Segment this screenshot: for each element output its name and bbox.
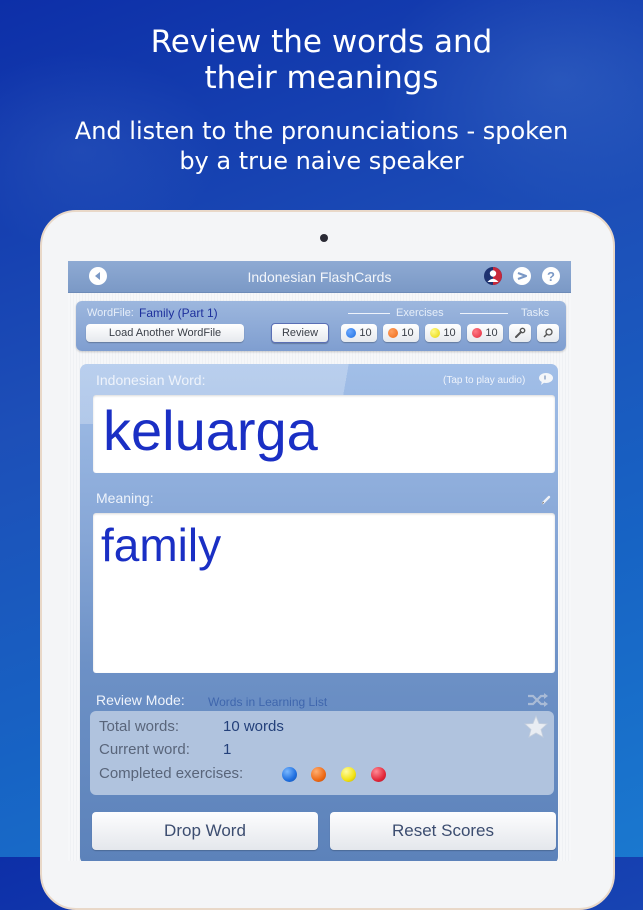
review-stats: Total words: 10 words Current word: 1 Co… (90, 711, 554, 795)
exercise-red-button[interactable]: 10 (467, 324, 503, 342)
meaning-panel: family (93, 513, 555, 673)
exercise-count: 10 (443, 327, 456, 339)
current-word-label: Current word: (99, 741, 190, 758)
exercise-orange-button[interactable]: 10 (383, 324, 419, 342)
wordfile-toolbar: WordFile: Family (Part 1) Exercises Task… (76, 301, 566, 351)
flashcard: Indonesian Word: (Tap to play audio) kel… (80, 364, 558, 861)
exercises-label: Exercises (396, 307, 444, 319)
search-icon (543, 328, 553, 338)
drop-word-button[interactable]: Drop Word (92, 812, 318, 850)
share-icon[interactable] (513, 267, 531, 285)
speech-bubble-icon[interactable] (538, 372, 554, 390)
total-words-value: 10 words (223, 718, 284, 735)
search-button[interactable] (537, 324, 559, 342)
completed-blue-ball-icon (282, 767, 297, 782)
wordfile-value: Family (Part 1) (139, 306, 218, 320)
camera-icon (320, 234, 328, 242)
tasks-label: Tasks (521, 307, 550, 319)
help-icon[interactable]: ? (542, 267, 560, 285)
headline-line-1: Review the words and (150, 24, 493, 60)
exercise-count: 10 (359, 327, 372, 339)
exercise-yellow-button[interactable]: 10 (425, 324, 461, 342)
review-mode-value[interactable]: Words in Learning List (208, 695, 327, 709)
exercise-count: 10 (485, 327, 498, 339)
review-button[interactable]: Review (271, 323, 329, 343)
meaning-text: family (101, 519, 222, 571)
review-mode-label: Review Mode: (96, 692, 185, 708)
total-words-label: Total words: (99, 718, 180, 735)
promo-headline: Review the words and their meanings (0, 24, 643, 96)
blue-dot-icon (346, 328, 357, 338)
indonesian-word: keluarga (103, 399, 318, 462)
completed-orange-ball-icon (311, 767, 326, 782)
red-dot-icon (472, 328, 483, 338)
yellow-dot-icon (430, 328, 441, 338)
edit-pencil-icon[interactable] (541, 492, 552, 510)
reset-scores-button[interactable]: Reset Scores (330, 812, 556, 850)
settings-button[interactable] (509, 324, 531, 342)
wordfile-label: WordFile: (87, 307, 134, 319)
current-word-value: 1 (223, 741, 232, 758)
completed-yellow-ball-icon (341, 767, 356, 782)
subheadline-line-1: And listen to the pronunciations - spoke… (74, 117, 569, 145)
exercises-divider-left (348, 313, 390, 314)
star-icon[interactable] (524, 714, 548, 743)
shuffle-icon[interactable] (527, 693, 549, 712)
meaning-label: Meaning: (96, 490, 154, 506)
exercises-divider-right (460, 313, 508, 314)
exercise-count: 10 (401, 327, 414, 339)
orange-dot-icon (388, 328, 399, 338)
promo-subheadline: And listen to the pronunciations - spoke… (0, 116, 643, 176)
word-label: Indonesian Word: (96, 372, 206, 388)
completed-exercises-label: Completed exercises: (99, 765, 244, 782)
headline-line-2: their meanings (204, 60, 439, 96)
app-screen: Indonesian FlashCards ? WordFile: Family… (68, 261, 571, 861)
audio-hint[interactable]: (Tap to play audio) (443, 375, 525, 386)
load-wordfile-button[interactable]: Load Another WordFile (86, 324, 244, 342)
word-panel[interactable]: keluarga (93, 395, 555, 473)
wrench-icon (515, 327, 526, 338)
completed-red-ball-icon (371, 767, 386, 782)
navigation-bar: Indonesian FlashCards ? (68, 261, 571, 293)
exercise-blue-button[interactable]: 10 (341, 324, 377, 342)
user-icon[interactable] (484, 267, 502, 285)
subheadline-line-2: by a true naive speaker (179, 147, 464, 175)
